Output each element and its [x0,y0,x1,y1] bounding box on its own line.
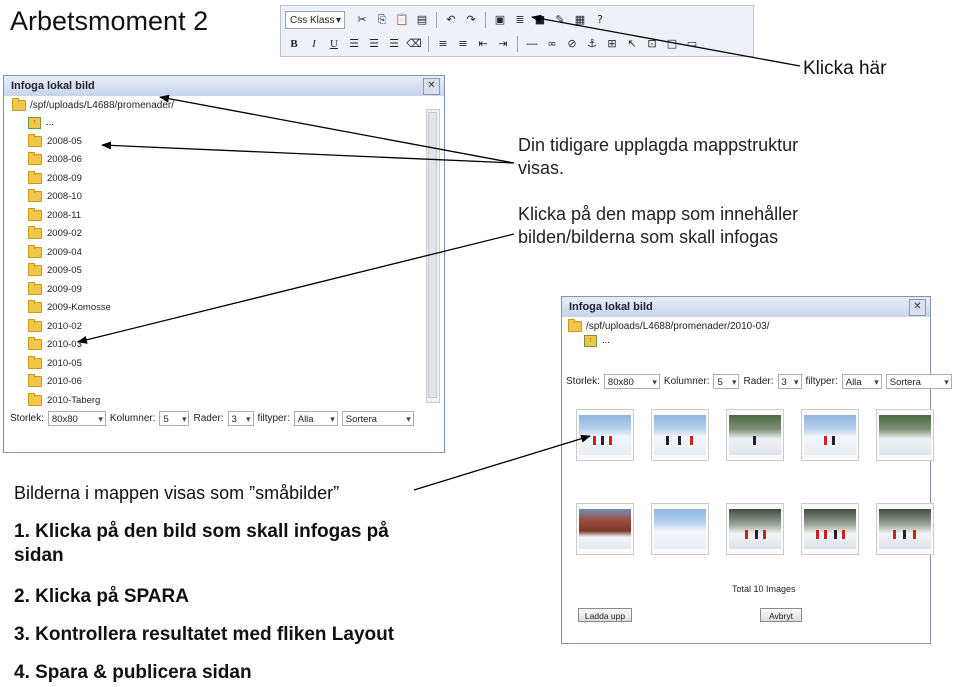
annotation-arrows [77,14,801,491]
arrow-to-folder-list [101,141,515,164]
arrow-to-thumbnails [413,434,591,491]
arrow-to-image-button [531,14,801,67]
arrow-to-folder [77,233,515,344]
arrow-to-path [159,94,515,164]
